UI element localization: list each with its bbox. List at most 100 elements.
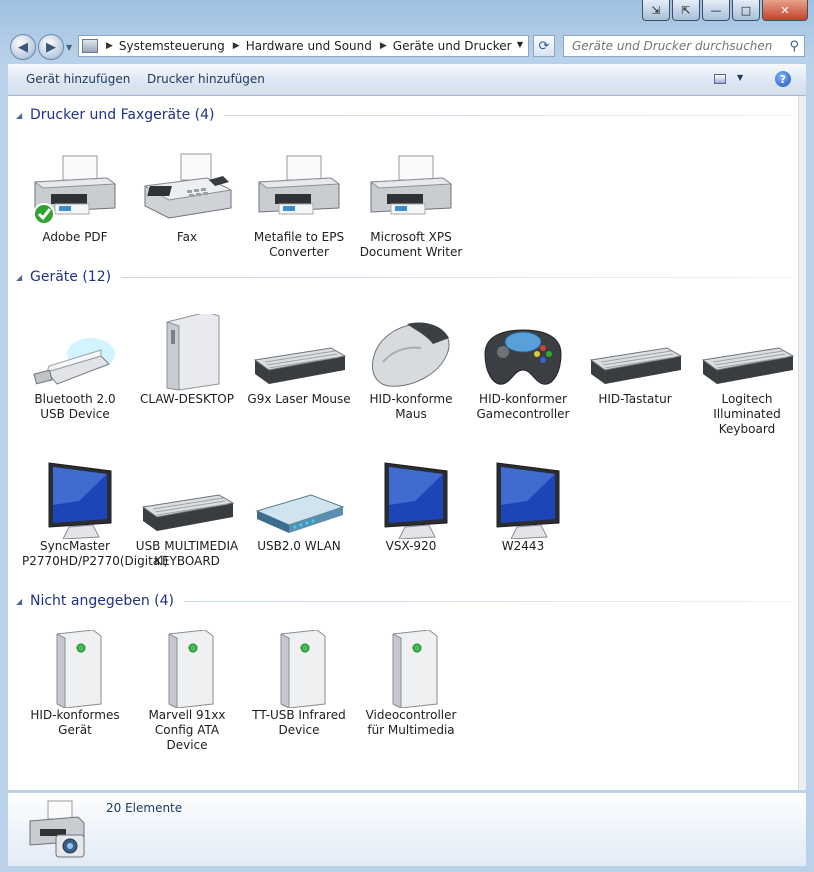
device-w2443[interactable]: W2443: [470, 461, 576, 554]
vertical-scrollbar[interactable]: [798, 96, 806, 790]
generic-device-icon: [251, 629, 347, 709]
forward-arrow-icon: ▶: [46, 39, 56, 55]
device-label: Bluetooth 2.0 USB Device: [34, 392, 116, 421]
generic-device-icon: [363, 629, 459, 709]
view-options-dropdown-icon[interactable]: ▼: [737, 73, 743, 82]
group-header-devices[interactable]: ◢ Geräte (12): [16, 267, 798, 287]
breadcrumb-hardware-und-sound[interactable]: Hardware und Sound: [246, 39, 372, 53]
group-divider: [224, 114, 792, 116]
router-icon: [251, 461, 347, 539]
breadcrumb-geraete-und-drucker[interactable]: Geräte und Drucker: [393, 39, 512, 53]
device-microsoft-xps[interactable]: Microsoft XPS Document Writer: [358, 152, 464, 260]
help-button[interactable]: ?: [775, 71, 791, 87]
item-count: 20 Elemente: [106, 801, 183, 815]
group-header-unspecified[interactable]: ◢ Nicht angegeben (4): [16, 591, 798, 611]
device-marvell-ata[interactable]: Marvell 91xx Config ATA Device: [134, 629, 240, 753]
add-device-button[interactable]: Gerät hinzufügen: [26, 72, 130, 86]
device-label: Metafile to EPS Converter: [253, 230, 345, 259]
search-input[interactable]: [570, 38, 784, 54]
printer-icon: [27, 152, 123, 230]
device-list: ◢ Drucker und Faxgeräte (4) Adobe PDF Fa…: [8, 96, 798, 790]
printer-icon: [251, 152, 347, 230]
breadcrumb-separator-icon[interactable]: ▶: [380, 41, 387, 51]
extra-caption-button-2[interactable]: ⇱: [672, 0, 700, 21]
monitor-icon: [363, 461, 459, 540]
printer-icon: [363, 152, 459, 230]
group-divider: [121, 276, 792, 278]
minimize-button[interactable]: —: [702, 0, 730, 21]
device-hid-gamecontroller[interactable]: HID-konformer Gamecontroller: [470, 314, 576, 422]
address-bar[interactable]: ▶ Systemsteuerung ▶ Hardware und Sound ▶…: [78, 35, 529, 57]
device-label: Microsoft XPS Document Writer: [359, 230, 463, 259]
device-label: HID-konformer Gamecontroller: [476, 392, 570, 421]
generic-device-icon: [27, 629, 123, 709]
refresh-icon: ⟳: [538, 38, 550, 54]
breadcrumb-separator-icon[interactable]: ▶: [233, 41, 240, 51]
forward-button[interactable]: ▶: [38, 34, 64, 60]
monitor-icon: [27, 461, 123, 540]
device-claw-desktop[interactable]: CLAW-DESKTOP: [134, 311, 240, 407]
device-logitech-keyboard[interactable]: Logitech Illuminated Keyboard: [694, 314, 800, 437]
usb-stick-icon: [27, 314, 123, 392]
search-box[interactable]: ⚲: [563, 35, 805, 57]
change-view-icon[interactable]: [714, 74, 726, 84]
back-button[interactable]: ◀: [10, 34, 36, 60]
collapse-triangle-icon[interactable]: ◢: [16, 597, 30, 606]
keyboard-icon: [699, 314, 795, 392]
address-row: ◀ ▶ ▼ ▶ Systemsteuerung ▶ Hardware und S…: [0, 30, 814, 62]
keyboard-icon: [587, 314, 683, 392]
device-label: Videocontroller für Multimedia: [365, 708, 457, 737]
fax-icon: [139, 152, 235, 230]
device-bluetooth-usb[interactable]: Bluetooth 2.0 USB Device: [22, 314, 128, 422]
breadcrumb-systemsteuerung[interactable]: Systemsteuerung: [119, 39, 225, 53]
device-syncmaster[interactable]: SyncMaster P2770HD/P2770(Digital): [22, 461, 169, 569]
recent-pages-chevron-icon[interactable]: ▼: [66, 43, 72, 52]
address-dropdown-icon[interactable]: ▼: [517, 40, 523, 49]
device-hid-maus[interactable]: HID-konforme Maus: [358, 314, 464, 422]
group-title: Geräte (12): [30, 269, 112, 285]
device-label: HID-konformes Gerät: [30, 708, 120, 737]
control-panel-icon: [82, 39, 98, 53]
add-printer-button[interactable]: Drucker hinzufügen: [147, 72, 265, 86]
refresh-button[interactable]: ⟳: [533, 35, 555, 57]
device-tt-usb-infrared[interactable]: TT-USB Infrared Device: [246, 629, 352, 738]
details-pane: 20 Elemente: [8, 792, 806, 866]
breadcrumb-separator-icon[interactable]: ▶: [106, 41, 113, 51]
device-label: Adobe PDF: [42, 230, 108, 244]
device-adobe-pdf[interactable]: Adobe PDF: [22, 152, 128, 245]
device-metafile-to-eps[interactable]: Metafile to EPS Converter: [246, 152, 352, 260]
collapse-triangle-icon[interactable]: ◢: [16, 273, 30, 282]
device-label: USB MULTIMEDIA KEYBOARD: [135, 539, 239, 568]
device-label: USB2.0 WLAN: [257, 539, 341, 553]
device-usb-multimedia-keyboard[interactable]: USB MULTIMEDIA KEYBOARD: [134, 461, 240, 569]
device-label: HID-konforme Maus: [369, 392, 453, 421]
extra-caption-button-1[interactable]: ⇲: [642, 0, 670, 21]
device-label: G9x Laser Mouse: [247, 392, 351, 406]
generic-device-icon: [139, 629, 235, 709]
device-label: SyncMaster P2770HD/P2770(Digital): [22, 539, 169, 568]
device-label: VSX-920: [385, 539, 437, 553]
collapse-triangle-icon[interactable]: ◢: [16, 111, 30, 120]
group-title: Nicht angegeben (4): [30, 593, 174, 609]
device-label: CLAW-DESKTOP: [140, 392, 234, 406]
computer-tower-icon: [139, 311, 235, 392]
command-bar: Gerät hinzufügen Drucker hinzufügen ▼ ?: [8, 64, 806, 96]
mouse-icon: [363, 314, 459, 392]
device-label: W2443: [501, 539, 545, 553]
window-frame: ⇲ ⇱ — □ ✕ ◀ ▶ ▼ ▶ Systemsteuerung ▶ Hard…: [0, 0, 814, 872]
help-icon: ?: [779, 72, 787, 86]
device-videocontroller[interactable]: Videocontroller für Multimedia: [358, 629, 464, 738]
device-hid-tastatur[interactable]: HID-Tastatur: [582, 314, 688, 407]
device-g9x-laser-mouse[interactable]: G9x Laser Mouse: [246, 314, 352, 407]
device-hid-konformes-geraet[interactable]: HID-konformes Gerät: [22, 629, 128, 738]
device-fax[interactable]: Fax: [134, 152, 240, 245]
group-header-printers[interactable]: ◢ Drucker und Faxgeräte (4): [16, 105, 798, 125]
search-icon[interactable]: ⚲: [789, 39, 799, 54]
device-label: Logitech Illuminated Keyboard: [713, 392, 781, 436]
maximize-button[interactable]: □: [732, 0, 760, 21]
device-usb-wlan[interactable]: USB2.0 WLAN: [246, 461, 352, 554]
gamepad-icon: [475, 314, 571, 392]
device-vsx-920[interactable]: VSX-920: [358, 461, 464, 554]
close-button[interactable]: ✕: [762, 0, 808, 21]
printer-camera-icon: [26, 799, 88, 861]
